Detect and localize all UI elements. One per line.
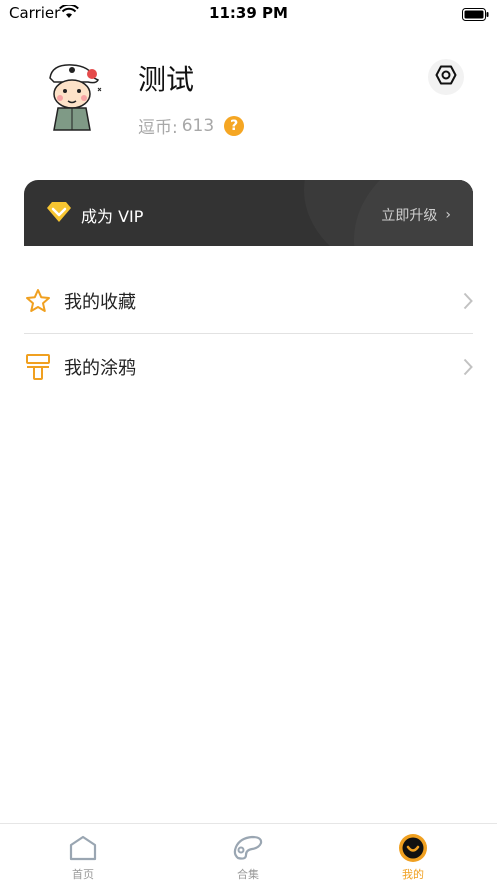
coin-label: 逗币: bbox=[138, 118, 178, 138]
tab-profile[interactable]: 我的 bbox=[353, 824, 473, 884]
star-icon bbox=[24, 287, 52, 315]
chevron-right-icon bbox=[463, 358, 473, 380]
tab-bar: 首页 合集 我的 bbox=[0, 823, 497, 884]
tab-home[interactable]: 首页 bbox=[23, 824, 143, 884]
diamond-icon bbox=[46, 201, 72, 227]
gear-icon bbox=[435, 64, 457, 90]
palette-icon bbox=[232, 832, 264, 864]
home-icon bbox=[67, 832, 99, 864]
menu-item-doodles[interactable]: 我的涂鸦 bbox=[24, 334, 473, 400]
battery-icon bbox=[462, 6, 489, 21]
menu-item-favorites[interactable]: 我的收藏 bbox=[24, 268, 473, 334]
vip-banner[interactable]: 成为 VIP 立即升级 › bbox=[24, 180, 473, 246]
menu-item-label: 我的收藏 bbox=[64, 292, 136, 313]
menu-item-label: 我的涂鸦 bbox=[64, 358, 136, 379]
vip-title: 成为 VIP bbox=[81, 207, 144, 226]
chevron-right-icon: › bbox=[445, 207, 451, 223]
coin-value: 613 bbox=[181, 115, 215, 136]
clock: 11:39 PM bbox=[209, 4, 288, 22]
chevron-right-icon bbox=[463, 292, 473, 314]
vip-upgrade-label: 立即升级 bbox=[381, 208, 438, 224]
status-bar: Carrier 11:39 PM bbox=[0, 0, 497, 26]
coin-balance: 逗币: 613 ? bbox=[138, 113, 245, 138]
help-icon[interactable]: ? bbox=[224, 115, 245, 136]
smile-icon bbox=[397, 832, 429, 864]
tab-label: 合集 bbox=[237, 868, 259, 881]
tab-label: 我的 bbox=[402, 868, 424, 881]
tab-label: 首页 bbox=[72, 868, 94, 881]
paint-roller-icon bbox=[24, 353, 52, 381]
settings-button[interactable] bbox=[428, 59, 464, 95]
vip-upgrade-button[interactable]: 立即升级 › bbox=[381, 205, 451, 225]
avatar[interactable] bbox=[38, 60, 106, 132]
username: 测试 bbox=[138, 63, 195, 96]
tab-collections[interactable]: 合集 bbox=[188, 824, 308, 884]
